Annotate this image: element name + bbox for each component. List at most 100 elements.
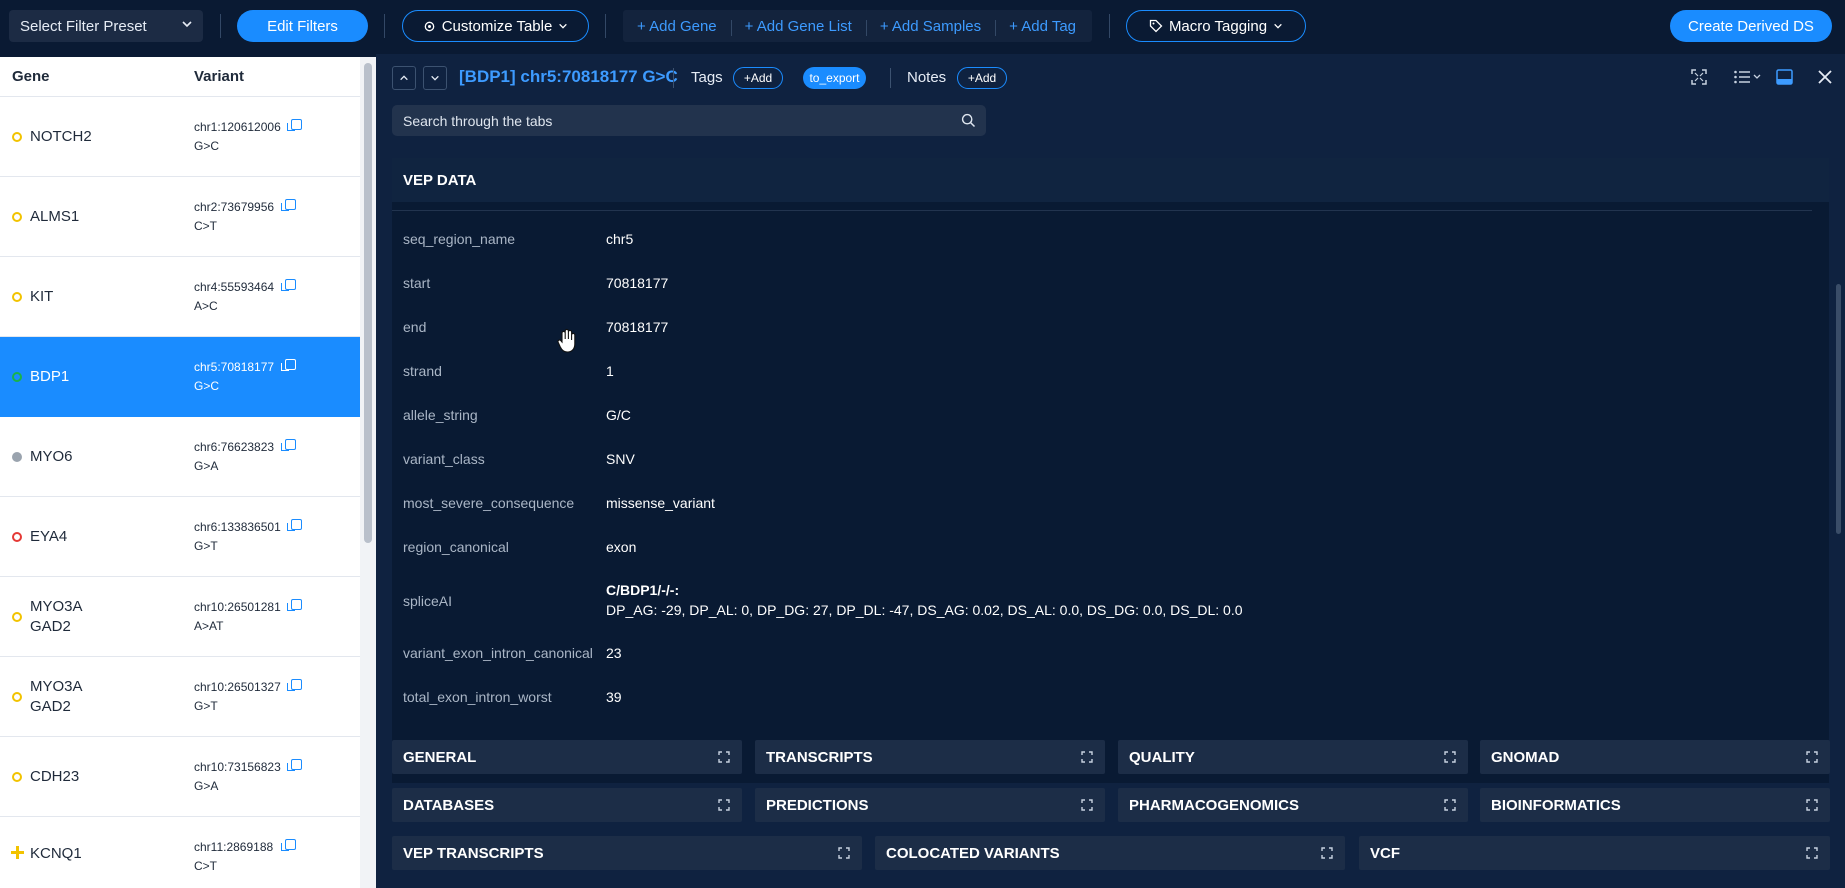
status-dot-icon <box>12 292 22 302</box>
search-placeholder: Search through the tabs <box>403 112 553 129</box>
tabs-search-input[interactable]: Search through the tabs <box>392 105 986 136</box>
field-value: G/C <box>606 407 631 423</box>
expand-icon[interactable] <box>1444 799 1456 811</box>
variant-change: G>A <box>194 779 219 793</box>
copy-icon[interactable] <box>287 119 302 131</box>
add-samples-link[interactable]: + Add Samples <box>865 18 995 36</box>
variant-table-header: Gene Variant <box>0 57 376 97</box>
section-card-gnomad[interactable]: GNOMAD <box>1480 740 1830 774</box>
section-card-title: PHARMACOGENOMICS <box>1129 796 1300 814</box>
variant-position: chr10:73156823 <box>194 760 281 774</box>
variant-position: chr6:133836501 <box>194 520 281 534</box>
divider <box>673 68 674 88</box>
divider <box>890 68 891 88</box>
add-tag-link[interactable]: + Add Tag <box>995 18 1090 36</box>
list-scrollbar-thumb[interactable] <box>364 63 372 543</box>
expand-icon[interactable] <box>718 751 730 763</box>
variant-change: C>T <box>194 219 218 233</box>
add-tag-button[interactable]: +Add <box>733 67 783 89</box>
macro-tagging-button[interactable]: Macro Tagging <box>1126 10 1306 42</box>
field-value: missense_variant <box>606 495 715 511</box>
edit-filters-button[interactable]: Edit Filters <box>237 10 368 42</box>
copy-icon[interactable] <box>287 519 302 531</box>
copy-icon[interactable] <box>281 199 296 211</box>
expand-icon[interactable] <box>1806 799 1818 811</box>
section-card-general[interactable]: GENERAL <box>392 740 742 774</box>
variant-position: chr6:76623823 <box>194 440 275 454</box>
table-row[interactable]: KCNQ1 chr11:2869188 C>T <box>0 817 360 888</box>
expand-icon[interactable] <box>718 799 730 811</box>
variant-change: G>C <box>194 139 220 153</box>
chevron-down-icon <box>1274 23 1282 29</box>
filter-preset-select[interactable]: Select Filter Preset <box>9 10 203 42</box>
section-card-predictions[interactable]: PREDICTIONS <box>755 788 1105 822</box>
expand-icon[interactable] <box>1321 847 1333 859</box>
section-card-bioinformatics[interactable]: BIOINFORMATICS <box>1480 788 1830 822</box>
table-row[interactable]: KIT chr4:55593464 A>C <box>0 257 360 337</box>
table-row[interactable]: EYA4 chr6:133836501 G>T <box>0 497 360 577</box>
add-gene-list-link[interactable]: + Add Gene List <box>730 18 866 36</box>
expand-icon[interactable] <box>1806 751 1818 763</box>
table-row[interactable]: CDH23 chr10:73156823 G>A <box>0 737 360 817</box>
gene-name-secondary: GAD2 <box>30 698 71 715</box>
table-row[interactable]: ALMS1 chr2:73679956 C>T <box>0 177 360 257</box>
variant-column-header[interactable]: Variant <box>194 68 244 85</box>
table-row-selected[interactable]: BDP1 chr5:70818177 G>C <box>0 337 360 417</box>
gene-name: ALMS1 <box>30 208 80 225</box>
filter-preset-label: Select Filter Preset <box>20 17 147 35</box>
previous-variant-button[interactable] <box>392 66 416 90</box>
create-derived-ds-button[interactable]: Create Derived DS <box>1670 10 1832 42</box>
expand-icon[interactable] <box>1806 847 1818 859</box>
gene-column-header[interactable]: Gene <box>12 68 50 85</box>
expand-icon[interactable] <box>1444 751 1456 763</box>
add-gene-link[interactable]: + Add Gene <box>623 18 731 35</box>
copy-icon[interactable] <box>281 279 296 291</box>
copy-icon[interactable] <box>281 839 296 851</box>
table-row[interactable]: MYO3A GAD2 chr10:26501327 G>T <box>0 657 360 737</box>
section-card-vcf[interactable]: VCF <box>1359 836 1830 870</box>
status-dot-icon <box>12 532 22 542</box>
copy-icon[interactable] <box>287 759 302 771</box>
chevron-down-icon <box>559 23 568 29</box>
tag-badge[interactable]: to_export <box>803 67 866 89</box>
expand-icon[interactable] <box>1081 751 1093 763</box>
gene-name: KIT <box>30 288 54 305</box>
copy-icon[interactable] <box>281 359 296 371</box>
section-card-title: VCF <box>1370 844 1400 862</box>
fullscreen-icon[interactable] <box>1691 69 1707 85</box>
vep-scrollbar-thumb[interactable] <box>1836 284 1841 534</box>
customize-table-button[interactable]: Customize Table <box>402 10 589 42</box>
gene-name: EYA4 <box>30 528 68 545</box>
table-row[interactable]: MYO3A GAD2 chr10:26501281 A>AT <box>0 577 360 657</box>
section-card-vep-transcripts[interactable]: VEP TRANSCRIPTS <box>392 836 862 870</box>
expand-icon[interactable] <box>1081 799 1093 811</box>
chevron-down-icon <box>431 75 439 81</box>
section-card-pharmacogenomics[interactable]: PHARMACOGENOMICS <box>1118 788 1468 822</box>
list-view-icon[interactable] <box>1734 70 1762 84</box>
add-links-group: + Add Gene + Add Gene List + Add Samples… <box>623 10 1092 42</box>
variant-change: A>C <box>194 299 218 313</box>
section-card-colocated-variants[interactable]: COLOCATED VARIANTS <box>875 836 1345 870</box>
copy-icon[interactable] <box>287 599 302 611</box>
section-card-title: BIOINFORMATICS <box>1491 796 1621 814</box>
section-card-quality[interactable]: QUALITY <box>1118 740 1468 774</box>
close-icon[interactable] <box>1818 70 1832 84</box>
variant-position: chr5:70818177 <box>194 360 275 374</box>
copy-icon[interactable] <box>287 679 302 691</box>
section-card-databases[interactable]: DATABASES <box>392 788 742 822</box>
tags-label: Tags <box>691 69 723 86</box>
section-card-transcripts[interactable]: TRANSCRIPTS <box>755 740 1105 774</box>
variant-change: G>A <box>194 459 219 473</box>
vep-data-title: VEP DATA <box>403 171 477 189</box>
section-card-title: VEP TRANSCRIPTS <box>403 844 544 862</box>
expand-icon[interactable] <box>838 847 850 859</box>
table-row[interactable]: NOTCH2 chr1:120612006 G>C <box>0 97 360 177</box>
panel-layout-icon[interactable] <box>1776 69 1793 85</box>
table-row[interactable]: MYO6 chr6:76623823 G>A <box>0 417 360 497</box>
create-derived-ds-label: Create Derived DS <box>1688 17 1814 35</box>
next-variant-button[interactable] <box>423 66 447 90</box>
divider <box>1109 14 1110 38</box>
add-tag-label: +Add <box>743 71 773 85</box>
copy-icon[interactable] <box>281 439 296 451</box>
add-note-button[interactable]: +Add <box>957 67 1007 89</box>
